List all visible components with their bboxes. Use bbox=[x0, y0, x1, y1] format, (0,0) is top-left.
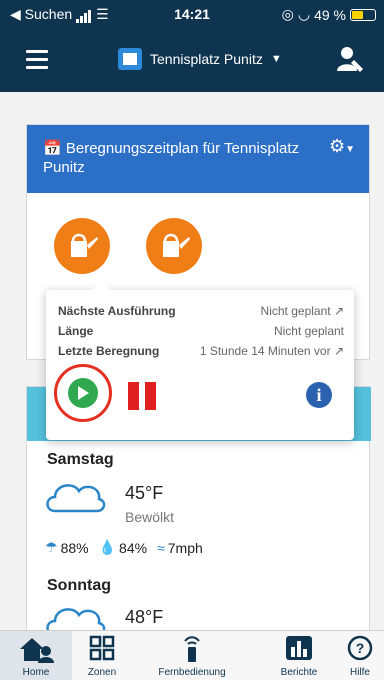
cloud-icon bbox=[46, 484, 106, 513]
tab-label: Berichte bbox=[280, 667, 318, 678]
status-right: ◎ ◡ 49 % bbox=[282, 6, 376, 23]
weather-day: Sonntag bbox=[47, 577, 111, 594]
wind-speed: 7mph bbox=[167, 539, 203, 556]
battery-percent: 49 % bbox=[314, 6, 346, 23]
watering-can-icon bbox=[163, 233, 190, 257]
tab-reports[interactable]: Berichte bbox=[268, 631, 330, 680]
humidity-icon: 💧 bbox=[98, 539, 117, 555]
tab-home[interactable]: Home bbox=[0, 631, 72, 680]
help-icon: ? bbox=[347, 635, 373, 661]
row-value[interactable]: Nicht geplant ↗ bbox=[261, 304, 344, 318]
tab-label: Home bbox=[22, 667, 50, 678]
pause-bar bbox=[128, 382, 139, 410]
play-button[interactable] bbox=[54, 364, 112, 422]
wind-icon: ≈ bbox=[157, 539, 165, 556]
row-label: Länge bbox=[58, 324, 94, 338]
tab-label: Fernbedienung bbox=[158, 667, 226, 678]
info-icon[interactable]: i bbox=[306, 382, 332, 408]
battery-icon bbox=[350, 8, 376, 21]
row-value[interactable]: 1 Stunde 14 Minuten vor ↗ bbox=[200, 344, 344, 358]
row-label: Letzte Beregnung bbox=[58, 344, 160, 358]
nav-bar: Tennisplatz Punitz ▼ bbox=[0, 38, 384, 86]
zone-button-1[interactable] bbox=[54, 218, 110, 274]
weather-metrics: ☂ 88% 💧 84% ≈7mph bbox=[45, 539, 203, 556]
tab-remote[interactable]: Fernbedienung bbox=[146, 631, 238, 680]
menu-icon[interactable] bbox=[26, 50, 48, 70]
play-icon bbox=[68, 378, 98, 408]
status-bar: ◀ Suchen ☰ 14:21 ◎ ◡ 49 % bbox=[0, 0, 384, 30]
external-link-icon: ↗ bbox=[333, 344, 344, 358]
popover-row: Länge Nicht geplant bbox=[58, 324, 344, 338]
weather-condition: Bewölkt bbox=[125, 509, 175, 525]
tab-help[interactable]: ? Hilfe bbox=[336, 631, 384, 680]
watering-can-icon bbox=[71, 233, 98, 257]
tab-label: Zonen bbox=[87, 667, 117, 678]
settings-dropdown[interactable]: ⚙▼ bbox=[329, 137, 355, 159]
site-name: Tennisplatz Punitz bbox=[150, 51, 263, 67]
lock-rotation-icon: ◎ bbox=[281, 6, 294, 22]
controller-icon bbox=[118, 48, 142, 70]
row-value: Nicht geplant bbox=[273, 324, 344, 338]
tab-bar: Home Zonen Fernbedienung Berichte ? Hilf… bbox=[0, 630, 384, 680]
pause-button[interactable] bbox=[128, 382, 156, 410]
grid-icon bbox=[89, 635, 115, 661]
headphones-icon: ◡ bbox=[297, 6, 311, 22]
weather-day: Samstag bbox=[47, 451, 114, 468]
home-icon bbox=[20, 638, 54, 663]
popover-row: Letzte Beregnung 1 Stunde 14 Minuten vor… bbox=[58, 344, 344, 358]
chart-icon bbox=[286, 636, 312, 660]
svg-text:?: ? bbox=[356, 640, 365, 656]
schedule-title: 📅 Beregnungszeitplan für Tennisplatz Pun… bbox=[43, 139, 303, 177]
caret-down-icon: ▼ bbox=[270, 53, 282, 65]
humidity: 84% bbox=[119, 539, 148, 556]
tab-zones[interactable]: Zonen bbox=[72, 631, 132, 680]
schedule-card-header: 📅 Beregnungszeitplan für Tennisplatz Pun… bbox=[27, 125, 369, 193]
precipitation: 88% bbox=[60, 539, 89, 556]
zone-popover: Nächste Ausführung Nicht geplant ↗ Länge… bbox=[46, 281, 354, 440]
zone-button-2[interactable] bbox=[146, 218, 202, 274]
schedule-title-text: Beregnungszeitplan für Tennisplatz Punit… bbox=[43, 140, 300, 176]
popover-row: Nächste Ausführung Nicht geplant ↗ bbox=[58, 304, 344, 318]
temperature: 48°F bbox=[125, 607, 164, 627]
rain-icon: ☂ bbox=[45, 539, 58, 555]
calendar-icon: 📅 bbox=[43, 140, 62, 157]
row-label: Nächste Ausführung bbox=[58, 304, 176, 318]
gear-icon: ⚙ bbox=[328, 136, 346, 156]
remote-icon bbox=[184, 636, 200, 662]
caret-down-icon: ▼ bbox=[345, 144, 355, 155]
tab-label: Hilfe bbox=[349, 667, 370, 678]
site-selector[interactable]: Tennisplatz Punitz ▼ bbox=[118, 48, 282, 70]
pause-bar bbox=[145, 382, 156, 410]
user-settings-icon[interactable] bbox=[336, 46, 364, 77]
top-bar: ◀ Suchen ☰ 14:21 ◎ ◡ 49 % Tennisplatz Pu… bbox=[0, 0, 384, 92]
temperature: 45°F bbox=[125, 483, 164, 503]
external-link-icon: ↗ bbox=[333, 304, 344, 318]
